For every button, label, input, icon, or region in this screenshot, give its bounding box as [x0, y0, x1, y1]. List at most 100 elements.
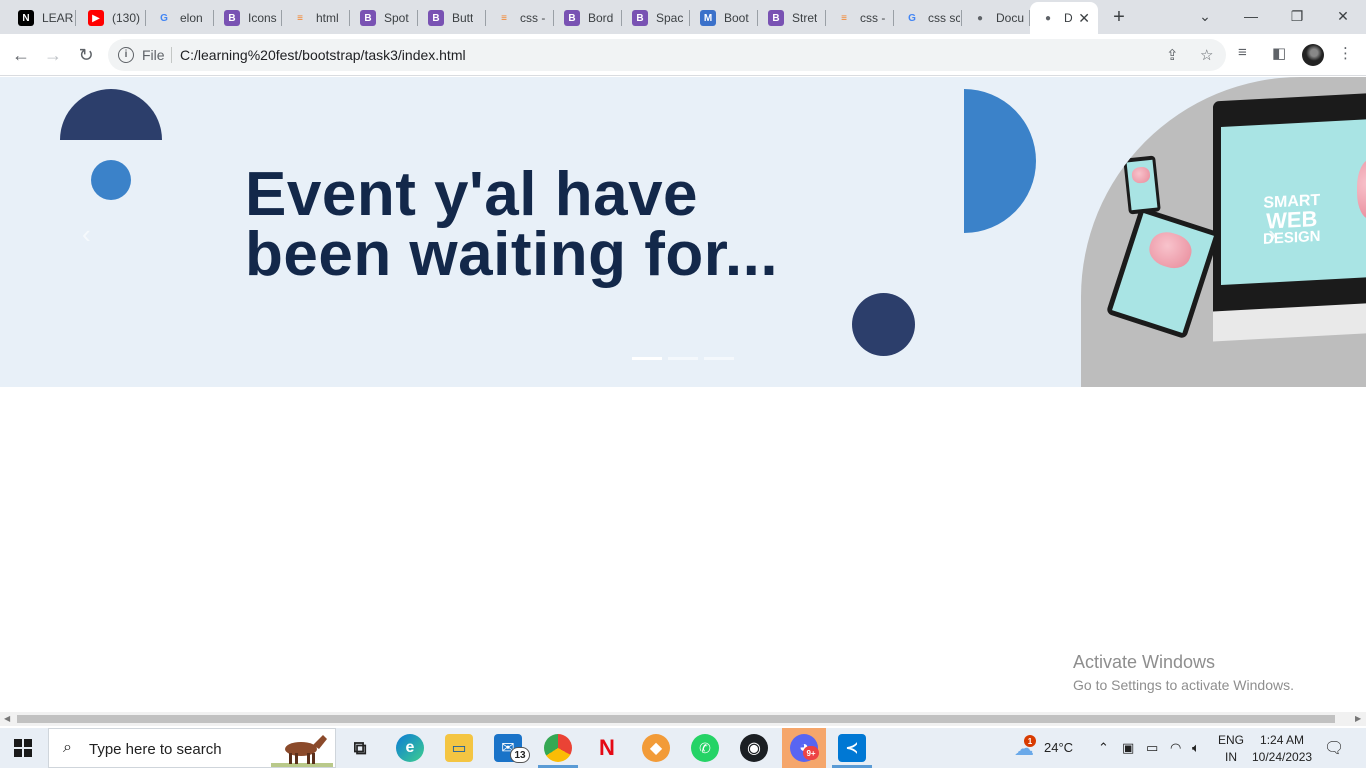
stackoverflow-icon: ≡: [841, 12, 847, 24]
browser-tab[interactable]: B Spot: [350, 4, 416, 32]
carousel-indicator[interactable]: [632, 357, 662, 360]
new-tab-button[interactable]: +: [1108, 6, 1130, 28]
mail-badge: 13: [510, 747, 530, 763]
stackoverflow-icon: ≡: [297, 12, 303, 24]
decor-half-circle-top: [60, 89, 162, 140]
clock[interactable]: 1:24 AM 10/24/2023: [1252, 732, 1312, 766]
bootstrap-icon: B: [224, 10, 240, 26]
tab-title: Stret: [792, 11, 818, 25]
bookmark-star-icon[interactable]: ☆: [1200, 46, 1213, 64]
browser-tab[interactable]: ≡ css -: [826, 4, 892, 32]
battery-icon[interactable]: ▭: [1146, 740, 1158, 756]
carousel-prev-icon[interactable]: ‹: [82, 219, 91, 250]
brain-image: [1357, 158, 1366, 220]
address-bar[interactable]: i File C:/learning%20fest/bootstrap/task…: [108, 39, 1226, 71]
brain-image: [1145, 227, 1196, 273]
lang-code: ENG: [1218, 733, 1245, 747]
browser-tab[interactable]: ≡ css -: [486, 4, 552, 32]
search-placeholder: Type here to search: [89, 741, 222, 758]
horizontal-scrollbar[interactable]: ◀ ▶: [0, 712, 1366, 726]
task-view-icon[interactable]: ⧉: [346, 734, 374, 762]
bootstrap-icon: B: [564, 10, 580, 26]
scrollbar-thumb[interactable]: [17, 715, 1335, 723]
scroll-left-icon[interactable]: ◀: [4, 714, 10, 723]
discord-badge: 9+: [803, 746, 819, 760]
back-arrow-icon[interactable]: ←: [8, 42, 34, 68]
mdb-icon: M: [700, 10, 716, 26]
search-icon: ⌕: [63, 739, 72, 756]
device-mockup-image: SMART WEB DESIGN: [1081, 77, 1366, 387]
browser-tab[interactable]: M Boot: [690, 4, 756, 32]
tab-title: Spot: [384, 11, 409, 25]
tab-title: elon: [180, 11, 203, 25]
github-icon[interactable]: ◉: [740, 734, 768, 762]
forward-arrow-icon[interactable]: →: [40, 42, 66, 68]
wifi-icon[interactable]: ◠: [1170, 740, 1181, 756]
notifications-icon[interactable]: 🗨︎: [1324, 738, 1344, 758]
tab-title: css -: [520, 11, 546, 25]
hero-headline: Event y'al have been waiting for...: [245, 160, 779, 289]
tablet-image: [1105, 206, 1221, 340]
tab-title: html: [316, 11, 339, 25]
vscode-icon[interactable]: ≺: [838, 734, 866, 762]
bootstrap-icon: B: [428, 10, 444, 26]
decor-half-circle-right: [964, 89, 1036, 233]
restore-button[interactable]: ❐: [1282, 4, 1312, 28]
browser-tab[interactable]: Gcss sc: [894, 4, 960, 32]
browser-tab[interactable]: B Icons: [214, 4, 280, 32]
taskbar-search-box[interactable]: ⌕ Type here to search: [48, 728, 336, 768]
tray-chevron-icon[interactable]: ⌃: [1098, 740, 1109, 756]
share-icon[interactable]: ⇪: [1166, 46, 1179, 64]
netflix-icon[interactable]: N: [593, 734, 621, 762]
menu-kebab-icon[interactable]: ⋮: [1338, 44, 1353, 62]
carousel-indicator[interactable]: [704, 357, 734, 360]
tab-title: Butt: [452, 11, 474, 25]
tab-search-chevron-icon[interactable]: ⌄: [1190, 4, 1220, 28]
minimize-button[interactable]: —: [1236, 4, 1266, 28]
side-panel-icon[interactable]: ◧: [1272, 44, 1286, 62]
chrome-icon[interactable]: [544, 734, 572, 762]
close-window-button[interactable]: ✕: [1328, 4, 1358, 28]
file-explorer-icon[interactable]: ▭: [445, 734, 473, 762]
whatsapp-icon[interactable]: ✆: [691, 734, 719, 762]
tab-title: Bord: [588, 11, 614, 25]
media-controls-icon[interactable]: ≡: [1238, 44, 1247, 61]
tab-title: css -: [860, 11, 886, 25]
browser-tab[interactable]: N LEAR: [8, 4, 74, 32]
browser-tab[interactable]: ● Docu: [962, 4, 1028, 32]
browser-tab[interactable]: B Bord: [554, 4, 620, 32]
bird-app-icon[interactable]: ◆: [642, 734, 670, 762]
tab-title: Docu: [996, 11, 1025, 25]
reload-icon[interactable]: ↻: [73, 42, 99, 68]
bootstrap-icon: B: [360, 10, 376, 26]
windows-start-icon[interactable]: [14, 739, 32, 757]
meet-now-icon[interactable]: ▣: [1122, 740, 1134, 756]
browser-tab[interactable]: ≡ html: [282, 4, 348, 32]
browser-tab[interactable]: ● D ✕: [1030, 2, 1098, 34]
info-icon[interactable]: i: [118, 47, 134, 63]
watermark-subtitle: Go to Settings to activate Windows.: [1073, 677, 1294, 693]
weather-temp[interactable]: 24°C: [1044, 740, 1073, 755]
scroll-right-icon[interactable]: ▶: [1355, 714, 1361, 723]
google-icon: G: [160, 12, 168, 24]
browser-tab[interactable]: Gelon: [146, 4, 212, 32]
url-text[interactable]: C:/learning%20fest/bootstrap/task3/index…: [180, 47, 466, 63]
stackoverflow-icon: ≡: [501, 12, 507, 24]
bootstrap-icon: B: [768, 10, 784, 26]
browser-tab[interactable]: ▶ (130): [78, 4, 144, 32]
browser-tab[interactable]: B Stret: [758, 4, 824, 32]
browser-toolbar: ← → ↻ i File C:/learning%20fest/bootstra…: [0, 34, 1366, 76]
close-tab-icon[interactable]: ✕: [1078, 10, 1090, 27]
profile-avatar[interactable]: [1302, 44, 1324, 66]
language-indicator[interactable]: ENG IN: [1218, 732, 1244, 766]
browser-tab[interactable]: B Butt: [418, 4, 484, 32]
globe-icon: ●: [1044, 12, 1052, 24]
edge-icon[interactable]: e: [396, 734, 424, 762]
carousel-indicator[interactable]: [668, 357, 698, 360]
youtube-icon: ▶: [88, 10, 104, 26]
activate-windows-watermark: Activate Windows Go to Settings to activ…: [1073, 652, 1294, 693]
browser-tab[interactable]: B Spac: [622, 4, 688, 32]
volume-icon[interactable]: 🔈︎: [1192, 740, 1200, 756]
carousel-next-icon[interactable]: ›: [1268, 219, 1277, 250]
monitor-image: SMART WEB DESIGN: [1213, 92, 1366, 342]
